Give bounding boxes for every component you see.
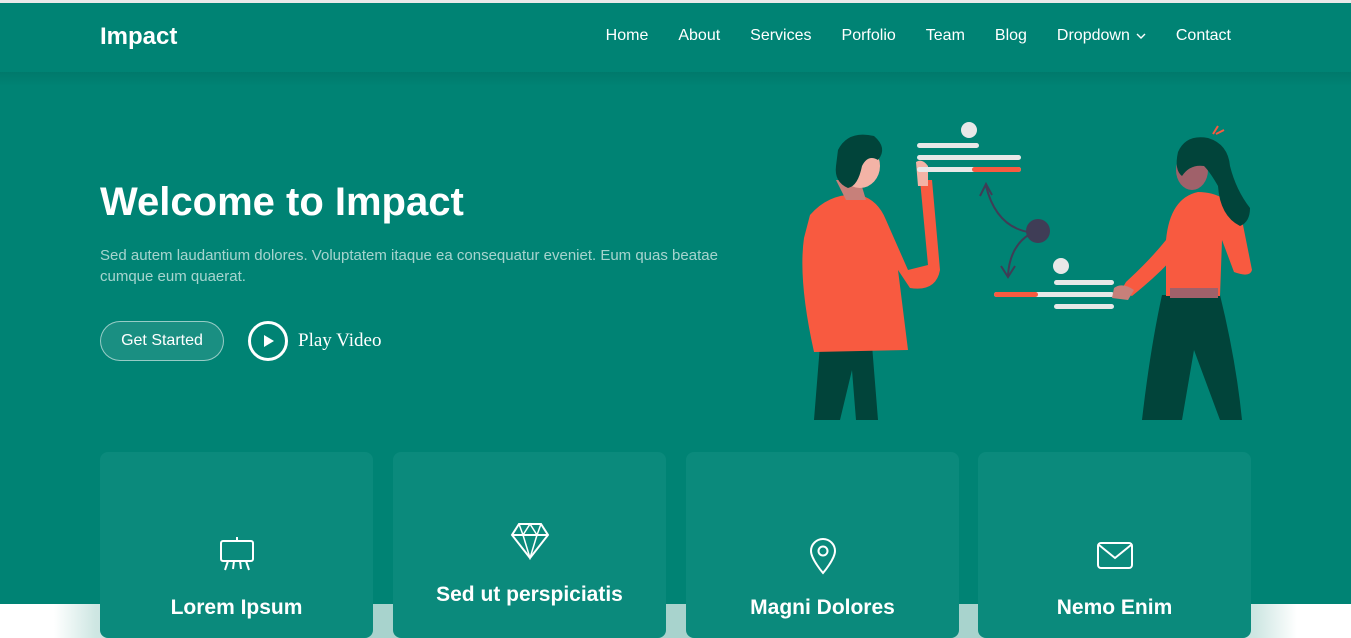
nav-dropdown[interactable]: Dropdown	[1057, 27, 1146, 45]
card-lorem-ipsum[interactable]: Lorem Ipsum	[100, 452, 373, 638]
card-title: Magni Dolores	[750, 596, 895, 619]
site-logo[interactable]: Impact	[100, 23, 177, 51]
get-started-button[interactable]: Get Started	[100, 321, 224, 361]
nav-portfolio-label: Porfolio	[841, 27, 896, 44]
top-chart	[917, 122, 1021, 172]
hero-shade	[0, 72, 1351, 86]
nav-contact-label: Contact	[1175, 27, 1231, 44]
nav-contact[interactable]: Contact	[1176, 27, 1231, 45]
nav-services[interactable]: Services	[750, 27, 811, 45]
nav-services-label: Services	[750, 27, 812, 44]
nav-about-label: About	[678, 27, 721, 44]
play-video-label: Play Video	[298, 330, 382, 351]
play-video-button[interactable]: Play Video	[248, 320, 381, 362]
nav-team[interactable]: Team	[926, 27, 965, 45]
nav-dropdown-label: Dropdown	[1056, 27, 1130, 44]
hero-subtitle: Sed autem laudantium dolores. Voluptatem…	[100, 247, 718, 285]
play-icon	[248, 321, 288, 361]
nav-blog-label: Blog	[994, 27, 1027, 44]
card-title: Nemo Enim	[1056, 596, 1173, 619]
arrows	[979, 181, 1050, 279]
card-magni-dolores[interactable]: Magni Dolores	[686, 452, 959, 638]
gem-icon	[393, 522, 666, 560]
envelope-icon	[978, 541, 1251, 571]
nav-home-label: Home	[605, 27, 649, 44]
card-nemo-enim[interactable]: Nemo Enim	[978, 452, 1251, 638]
woman-figure	[1112, 125, 1252, 420]
card-title: Sed ut perspiciatis	[436, 583, 623, 606]
man-figure	[802, 134, 940, 420]
nav-portfolio[interactable]: Porfolio	[842, 27, 896, 45]
main-nav: Home About Services Porfolio Team Blog D…	[576, 27, 1231, 45]
hero-title: Welcome to Impact	[100, 180, 464, 224]
nav-home[interactable]: Home	[606, 27, 649, 45]
site-header: Impact Home About Services Porfolio Team…	[0, 3, 1351, 72]
hero-illustration	[802, 122, 1252, 420]
card-sed-ut-perspiciatis[interactable]: Sed ut perspiciatis	[393, 452, 666, 638]
bottom-chart	[994, 258, 1114, 309]
card-title: Lorem Ipsum	[170, 596, 303, 619]
chevron-down-icon	[1136, 33, 1146, 39]
easel-icon	[100, 536, 373, 572]
geo-pin-icon	[686, 537, 959, 575]
nav-team-label: Team	[925, 27, 965, 44]
page: Impact Home About Services Porfolio Team…	[0, 0, 1351, 638]
nav-about[interactable]: About	[678, 27, 720, 45]
nav-blog[interactable]: Blog	[995, 27, 1027, 45]
